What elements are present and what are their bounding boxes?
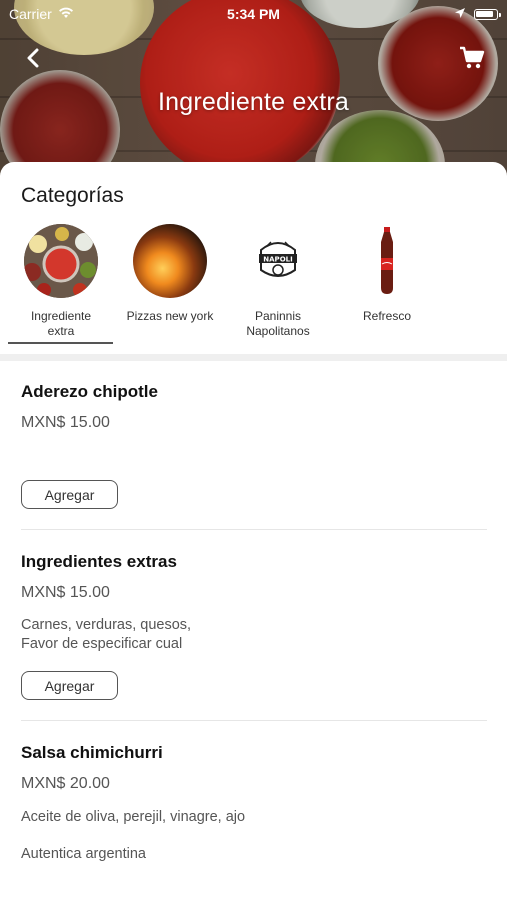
battery-icon bbox=[474, 8, 501, 20]
status-bar: Carrier 5:34 PM bbox=[0, 0, 507, 28]
chevron-left-icon bbox=[26, 48, 40, 73]
category-label: Refresco bbox=[362, 309, 412, 323]
product-name: Salsa chimichurri bbox=[21, 743, 163, 762]
product-description: Carnes, verduras, quesos, Favor de espec… bbox=[21, 617, 192, 652]
cart-button[interactable] bbox=[459, 46, 487, 72]
category-paninnis-napolitanos-image: NAPOLI bbox=[241, 224, 315, 298]
status-time: 5:34 PM bbox=[227, 6, 280, 22]
category-ingrediente-extra[interactable]: Ingrediente extra bbox=[6, 224, 116, 342]
category-label: Pizzas new york bbox=[126, 309, 214, 323]
product-item: Salsa chimichurri MXN$ 20.00 Aceite de o… bbox=[21, 743, 487, 864]
category-paninnis-napolitanos[interactable]: NAPOLI Paninnis Napolitanos bbox=[223, 224, 333, 342]
divider bbox=[21, 529, 487, 530]
product-name: Ingredientes extras bbox=[21, 552, 177, 571]
page-title: Ingrediente extra bbox=[157, 88, 350, 116]
category-selected-indicator bbox=[8, 342, 113, 344]
product-item: Ingredientes extras MXN$ 15.00 Carnes, v… bbox=[21, 552, 487, 700]
product-item: Aderezo chipotle MXN$ 15.00 Agregar bbox=[21, 382, 487, 509]
back-button[interactable] bbox=[20, 46, 46, 74]
category-pizzas-new-york-image bbox=[133, 224, 207, 298]
categories-carousel: Ingrediente extra Pizzas new york NAPOLI… bbox=[0, 224, 507, 342]
section-separator bbox=[0, 354, 507, 361]
product-price: MXN$ 20.00 bbox=[21, 775, 110, 792]
divider bbox=[21, 720, 487, 721]
category-label: Paninnis Napolitanos bbox=[246, 309, 310, 338]
content-sheet: Categorías Ingrediente extra Pizzas new … bbox=[0, 162, 507, 900]
product-description: Aceite de oliva, perejil, vinagre, ajo bbox=[21, 809, 246, 825]
product-name: Aderezo chipotle bbox=[21, 382, 158, 401]
categories-title: Categorías bbox=[21, 184, 124, 207]
category-refresco-image bbox=[350, 224, 424, 298]
svg-text:NAPOLI: NAPOLI bbox=[263, 256, 292, 264]
add-button[interactable]: Agregar bbox=[21, 671, 118, 700]
add-button[interactable]: Agregar bbox=[21, 480, 118, 509]
shopping-cart-icon bbox=[459, 46, 485, 74]
product-price: MXN$ 15.00 bbox=[21, 584, 110, 601]
location-arrow-icon bbox=[454, 6, 466, 22]
category-label: Ingrediente extra bbox=[30, 309, 92, 338]
product-note: Autentica argentina bbox=[21, 846, 146, 862]
category-ingrediente-extra-image bbox=[24, 224, 98, 298]
product-price: MXN$ 15.00 bbox=[21, 414, 110, 431]
category-pizzas-new-york[interactable]: Pizzas new york bbox=[115, 224, 225, 342]
category-refresco[interactable]: Refresco bbox=[332, 224, 442, 342]
